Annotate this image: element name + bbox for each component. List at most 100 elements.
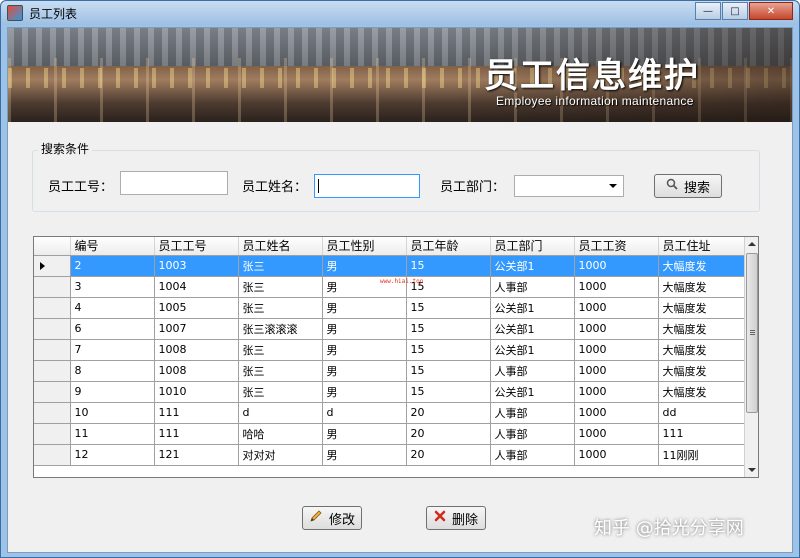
table-cell[interactable]: 15: [406, 360, 491, 382]
table-cell[interactable]: 大幅度发: [658, 276, 745, 298]
table-cell[interactable]: 1003: [154, 255, 239, 277]
row-header[interactable]: [34, 255, 71, 277]
table-cell[interactable]: 1000: [574, 318, 659, 340]
table-cell[interactable]: 1000: [574, 276, 659, 298]
column-header[interactable]: 编号: [70, 237, 155, 256]
table-cell[interactable]: 1010: [154, 381, 239, 403]
table-cell[interactable]: 20: [406, 444, 491, 466]
row-header[interactable]: [34, 360, 71, 382]
table-cell[interactable]: 张三: [238, 339, 323, 361]
table-cell[interactable]: 男: [322, 444, 407, 466]
dept-select[interactable]: [514, 175, 624, 197]
table-row[interactable]: 7 1008 张三男 15 公关部1 1000 大幅度发: [34, 339, 745, 361]
row-header[interactable]: [34, 339, 71, 361]
chevron-down-icon[interactable]: [609, 184, 617, 188]
scroll-thumb[interactable]: [746, 253, 758, 413]
table-cell[interactable]: d: [322, 402, 407, 424]
table-cell[interactable]: 男: [322, 381, 407, 403]
table-cell[interactable]: 111: [154, 402, 239, 424]
table-cell[interactable]: 1000: [574, 297, 659, 319]
table-cell[interactable]: 9: [70, 381, 155, 403]
table-cell[interactable]: 10: [70, 402, 155, 424]
table-cell[interactable]: 12: [70, 444, 155, 466]
table-cell[interactable]: 1000: [574, 423, 659, 445]
table-cell[interactable]: 张三: [238, 360, 323, 382]
search-button[interactable]: 搜索: [654, 174, 722, 198]
table-cell[interactable]: 121: [154, 444, 239, 466]
table-cell[interactable]: 15: [406, 297, 491, 319]
table-cell[interactable]: 男: [322, 423, 407, 445]
minimize-button[interactable]: —: [695, 2, 721, 20]
table-cell[interactable]: 张三: [238, 255, 323, 277]
table-cell[interactable]: 男: [322, 297, 407, 319]
table-cell[interactable]: 6: [70, 318, 155, 340]
table-cell[interactable]: 大幅度发: [658, 381, 745, 403]
column-header[interactable]: 员工姓名: [238, 237, 323, 256]
row-header[interactable]: [34, 276, 71, 298]
row-header[interactable]: [34, 423, 71, 445]
table-cell[interactable]: 15: [406, 318, 491, 340]
vertical-scrollbar[interactable]: [744, 237, 758, 477]
table-cell[interactable]: 1000: [574, 444, 659, 466]
table-cell[interactable]: 公关部1: [490, 297, 575, 319]
table-cell[interactable]: 哈哈: [238, 423, 323, 445]
table-row[interactable]: 8 1008 张三男 15 人事部 1000 大幅度发: [34, 360, 745, 382]
table-cell[interactable]: 男: [322, 360, 407, 382]
maximize-button[interactable]: □: [722, 2, 748, 20]
column-header[interactable]: 员工住址: [658, 237, 745, 256]
table-cell[interactable]: 张三滚滚滚: [238, 318, 323, 340]
table-cell[interactable]: 张三: [238, 381, 323, 403]
table-cell[interactable]: 20: [406, 402, 491, 424]
table-cell[interactable]: 1000: [574, 255, 659, 277]
table-row[interactable]: 12 121 对对对男 20 人事部 1000 11刚刚: [34, 444, 745, 466]
table-cell[interactable]: 男: [322, 339, 407, 361]
table-cell[interactable]: 人事部: [490, 444, 575, 466]
emp-name-input[interactable]: [314, 174, 420, 198]
table-cell[interactable]: 7: [70, 339, 155, 361]
table-cell[interactable]: 11: [70, 423, 155, 445]
column-header[interactable]: 员工年龄: [406, 237, 491, 256]
table-cell[interactable]: 张三: [238, 297, 323, 319]
table-row[interactable]: 4 1005 张三男 15 公关部1 1000 大幅度发: [34, 297, 745, 319]
table-cell[interactable]: 1000: [574, 360, 659, 382]
table-cell[interactable]: 15: [406, 255, 491, 277]
emp-no-input[interactable]: [120, 171, 228, 195]
edit-button[interactable]: 修改: [302, 506, 362, 530]
column-header[interactable]: 员工部门: [490, 237, 575, 256]
row-header[interactable]: [34, 318, 71, 340]
table-cell[interactable]: dd: [658, 402, 745, 424]
column-header[interactable]: 员工性别: [322, 237, 407, 256]
table-cell[interactable]: 15: [406, 339, 491, 361]
table-row[interactable]: 9 1010 张三男 15 公关部1 1000 大幅度发: [34, 381, 745, 403]
table-cell[interactable]: 1008: [154, 339, 239, 361]
table-cell[interactable]: 男: [322, 255, 407, 277]
row-header[interactable]: [34, 297, 71, 319]
table-cell[interactable]: 大幅度发: [658, 318, 745, 340]
table-cell[interactable]: 大幅度发: [658, 360, 745, 382]
table-cell[interactable]: 公关部1: [490, 381, 575, 403]
table-cell[interactable]: 3: [70, 276, 155, 298]
table-cell[interactable]: 公关部1: [490, 255, 575, 277]
table-cell[interactable]: 111: [154, 423, 239, 445]
table-cell[interactable]: 20: [406, 423, 491, 445]
scroll-down-icon[interactable]: [745, 463, 758, 477]
row-header[interactable]: [34, 444, 71, 466]
table-cell[interactable]: 大幅度发: [658, 297, 745, 319]
table-cell[interactable]: 2: [70, 255, 155, 277]
table-cell[interactable]: 对对对: [238, 444, 323, 466]
table-cell[interactable]: d: [238, 402, 323, 424]
table-cell[interactable]: 1005: [154, 297, 239, 319]
row-header[interactable]: [34, 402, 71, 424]
table-cell[interactable]: 男: [322, 318, 407, 340]
scroll-up-icon[interactable]: [745, 237, 758, 251]
column-header[interactable]: 员工工号: [154, 237, 239, 256]
table-cell[interactable]: 1007: [154, 318, 239, 340]
table-cell[interactable]: 11刚刚: [658, 444, 745, 466]
table-row[interactable]: 11 111 哈哈男 20 人事部 1000 111: [34, 423, 745, 445]
table-cell[interactable]: 1008: [154, 360, 239, 382]
table-row[interactable]: 10 111 d d 20 人事部 1000 dd: [34, 402, 745, 424]
table-cell[interactable]: 1000: [574, 402, 659, 424]
table-cell[interactable]: 15: [406, 381, 491, 403]
table-row[interactable]: 6 1007 张三滚滚滚男 15 公关部1 1000 大幅度发: [34, 318, 745, 340]
table-cell[interactable]: 大幅度发: [658, 255, 745, 277]
